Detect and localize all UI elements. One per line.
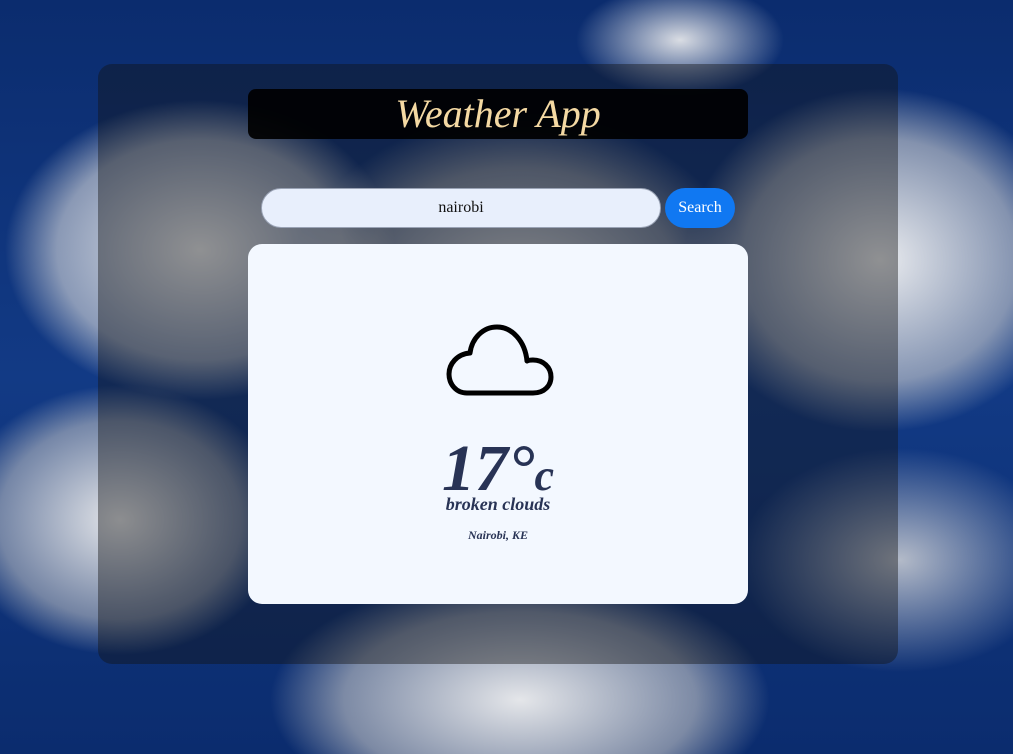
weather-card [248, 244, 748, 604]
cloud-icon [446, 324, 554, 396]
weather-description: broken clouds [445, 494, 551, 514]
search-button[interactable]: Search [665, 188, 735, 228]
title-bar: Weather App [248, 89, 748, 139]
location-label: Nairobi, KE [467, 528, 528, 542]
app-title: Weather App [395, 91, 601, 136]
temperature-display: 17°c [248, 436, 748, 502]
temperature-unit: c [534, 451, 554, 500]
city-search-input[interactable] [261, 188, 661, 228]
